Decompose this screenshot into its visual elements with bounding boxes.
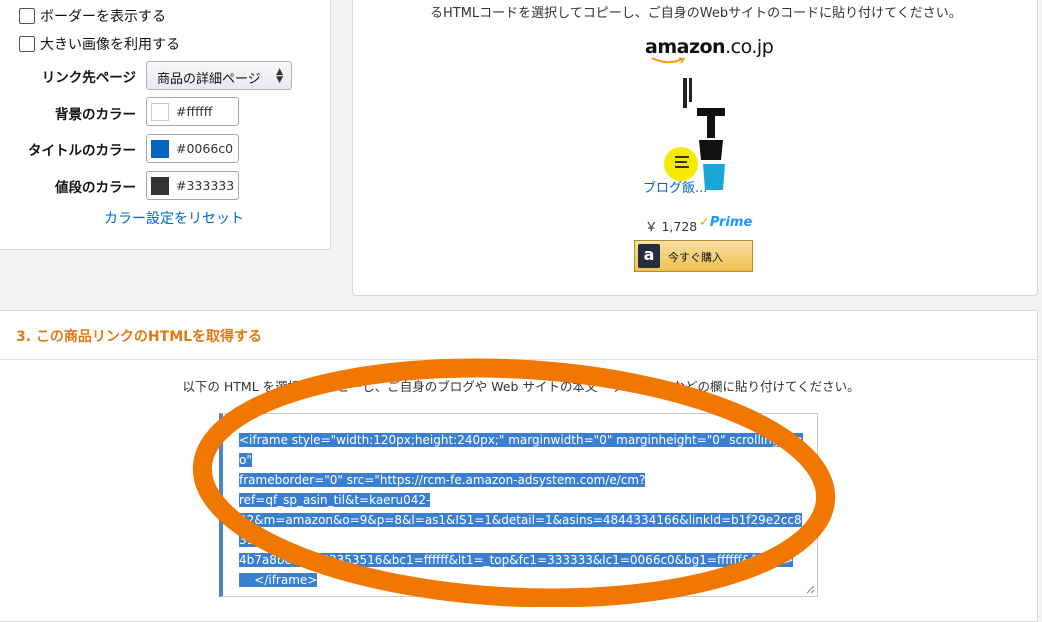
code-line: <iframe style="width:120px;height:240px;… bbox=[239, 433, 803, 467]
title-color-label: タイトルのカラー bbox=[28, 143, 136, 159]
buy-now-label: 今すぐ購入 bbox=[668, 251, 723, 264]
reset-colors-link[interactable]: カラー設定をリセット bbox=[104, 208, 244, 228]
title-color-value: #0066c0 bbox=[176, 141, 234, 156]
amazon-smile-icon bbox=[651, 57, 685, 64]
price-color-label: 値段のカラー bbox=[55, 180, 136, 196]
price-color-swatch[interactable] bbox=[151, 177, 169, 195]
link-dest-value: 商品の詳細ページ bbox=[157, 72, 261, 87]
large-image-checkbox-row[interactable]: 大きい画像を利用する bbox=[19, 34, 180, 54]
bg-color-value: #ffffff bbox=[176, 104, 213, 119]
border-checkbox[interactable] bbox=[19, 8, 35, 24]
section3-header: 3. この商品リンクのHTMLを取得する bbox=[0, 311, 1037, 360]
prime-badge: ✓Prime bbox=[699, 215, 753, 230]
price-color-value: #333333 bbox=[176, 178, 235, 193]
link-dest-label: リンク先ページ bbox=[41, 70, 136, 86]
bg-color-swatch[interactable] bbox=[151, 103, 169, 121]
code-line: ref=qf_sp_asin_til&t=kaeru042- bbox=[239, 493, 431, 507]
amazon-logo: amazon.co.jp bbox=[645, 36, 774, 58]
amazon-a-icon: a bbox=[638, 244, 660, 268]
large-image-checkbox[interactable] bbox=[19, 36, 35, 52]
border-checkbox-label: ボーダーを表示する bbox=[40, 9, 166, 25]
code-line: </iframe> bbox=[239, 573, 318, 587]
html-code-textarea[interactable]: <iframe style="width:120px;height:240px;… bbox=[219, 413, 818, 597]
prime-check-icon: ✓ bbox=[699, 215, 710, 230]
code-line: frameborder="0" src="https://rcm-fe.amaz… bbox=[239, 473, 646, 487]
bg-color-label: 背景のカラー bbox=[55, 107, 136, 123]
link-dest-select[interactable]: 商品の詳細ページ ▲ ▼ bbox=[146, 61, 292, 90]
select-arrows-icon: ▲ ▼ bbox=[276, 67, 283, 85]
resize-grip-icon[interactable] bbox=[806, 585, 815, 594]
product-ad-card[interactable]: amazon.co.jp ブログ飯... ￥ 1,728 ✓Prime a 今す… bbox=[633, 32, 774, 272]
title-color-input[interactable]: #0066c0 bbox=[146, 134, 239, 163]
border-checkbox-row[interactable]: ボーダーを表示する bbox=[19, 6, 166, 26]
buy-now-button[interactable]: a 今すぐ購入 bbox=[634, 240, 753, 272]
price-color-input[interactable]: #333333 bbox=[146, 171, 239, 200]
section3-title: 3. この商品リンクのHTMLを取得する bbox=[16, 329, 263, 345]
code-line: 22&m=amazon&o=9&p=8&l=as1&IS1=1&detail=1… bbox=[239, 513, 802, 547]
product-price: ￥ 1,728 bbox=[645, 219, 698, 234]
section3-instruction: 以下の HTML を選択してコピーし、ご自身のブログや Web サイトの本文・サ… bbox=[182, 379, 860, 394]
product-title-link[interactable]: ブログ飯... bbox=[643, 177, 707, 196]
html-code-content[interactable]: <iframe style="width:120px;height:240px;… bbox=[239, 430, 809, 590]
code-line: 4b7a8bce4d143353516&bc1=ffffff&lt1=_top&… bbox=[239, 553, 794, 567]
large-image-checkbox-label: 大きい画像を利用する bbox=[40, 37, 180, 53]
bg-color-input[interactable]: #ffffff bbox=[146, 97, 239, 126]
title-color-swatch[interactable] bbox=[151, 140, 169, 158]
preview-instruction: るHTMLコードを選択してコピーし、ご自身のWebサイトのコードに貼り付けてくだ… bbox=[430, 6, 962, 21]
